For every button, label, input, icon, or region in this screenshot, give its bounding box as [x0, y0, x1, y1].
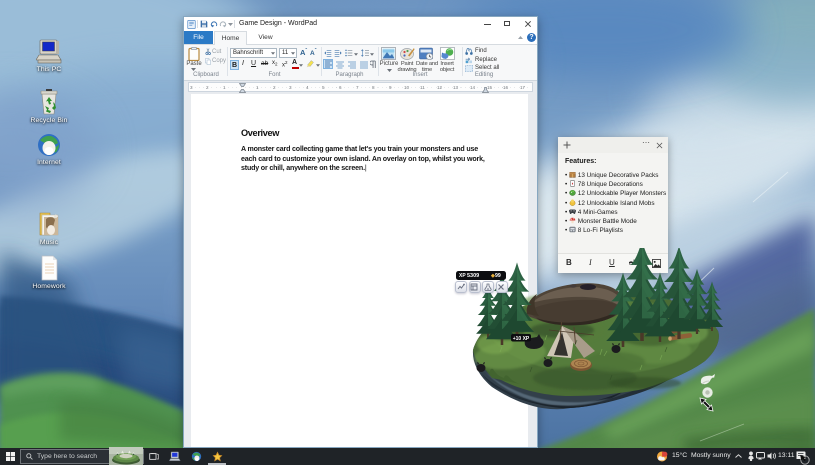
- svg-text:+10 XP: +10 XP: [513, 336, 530, 342]
